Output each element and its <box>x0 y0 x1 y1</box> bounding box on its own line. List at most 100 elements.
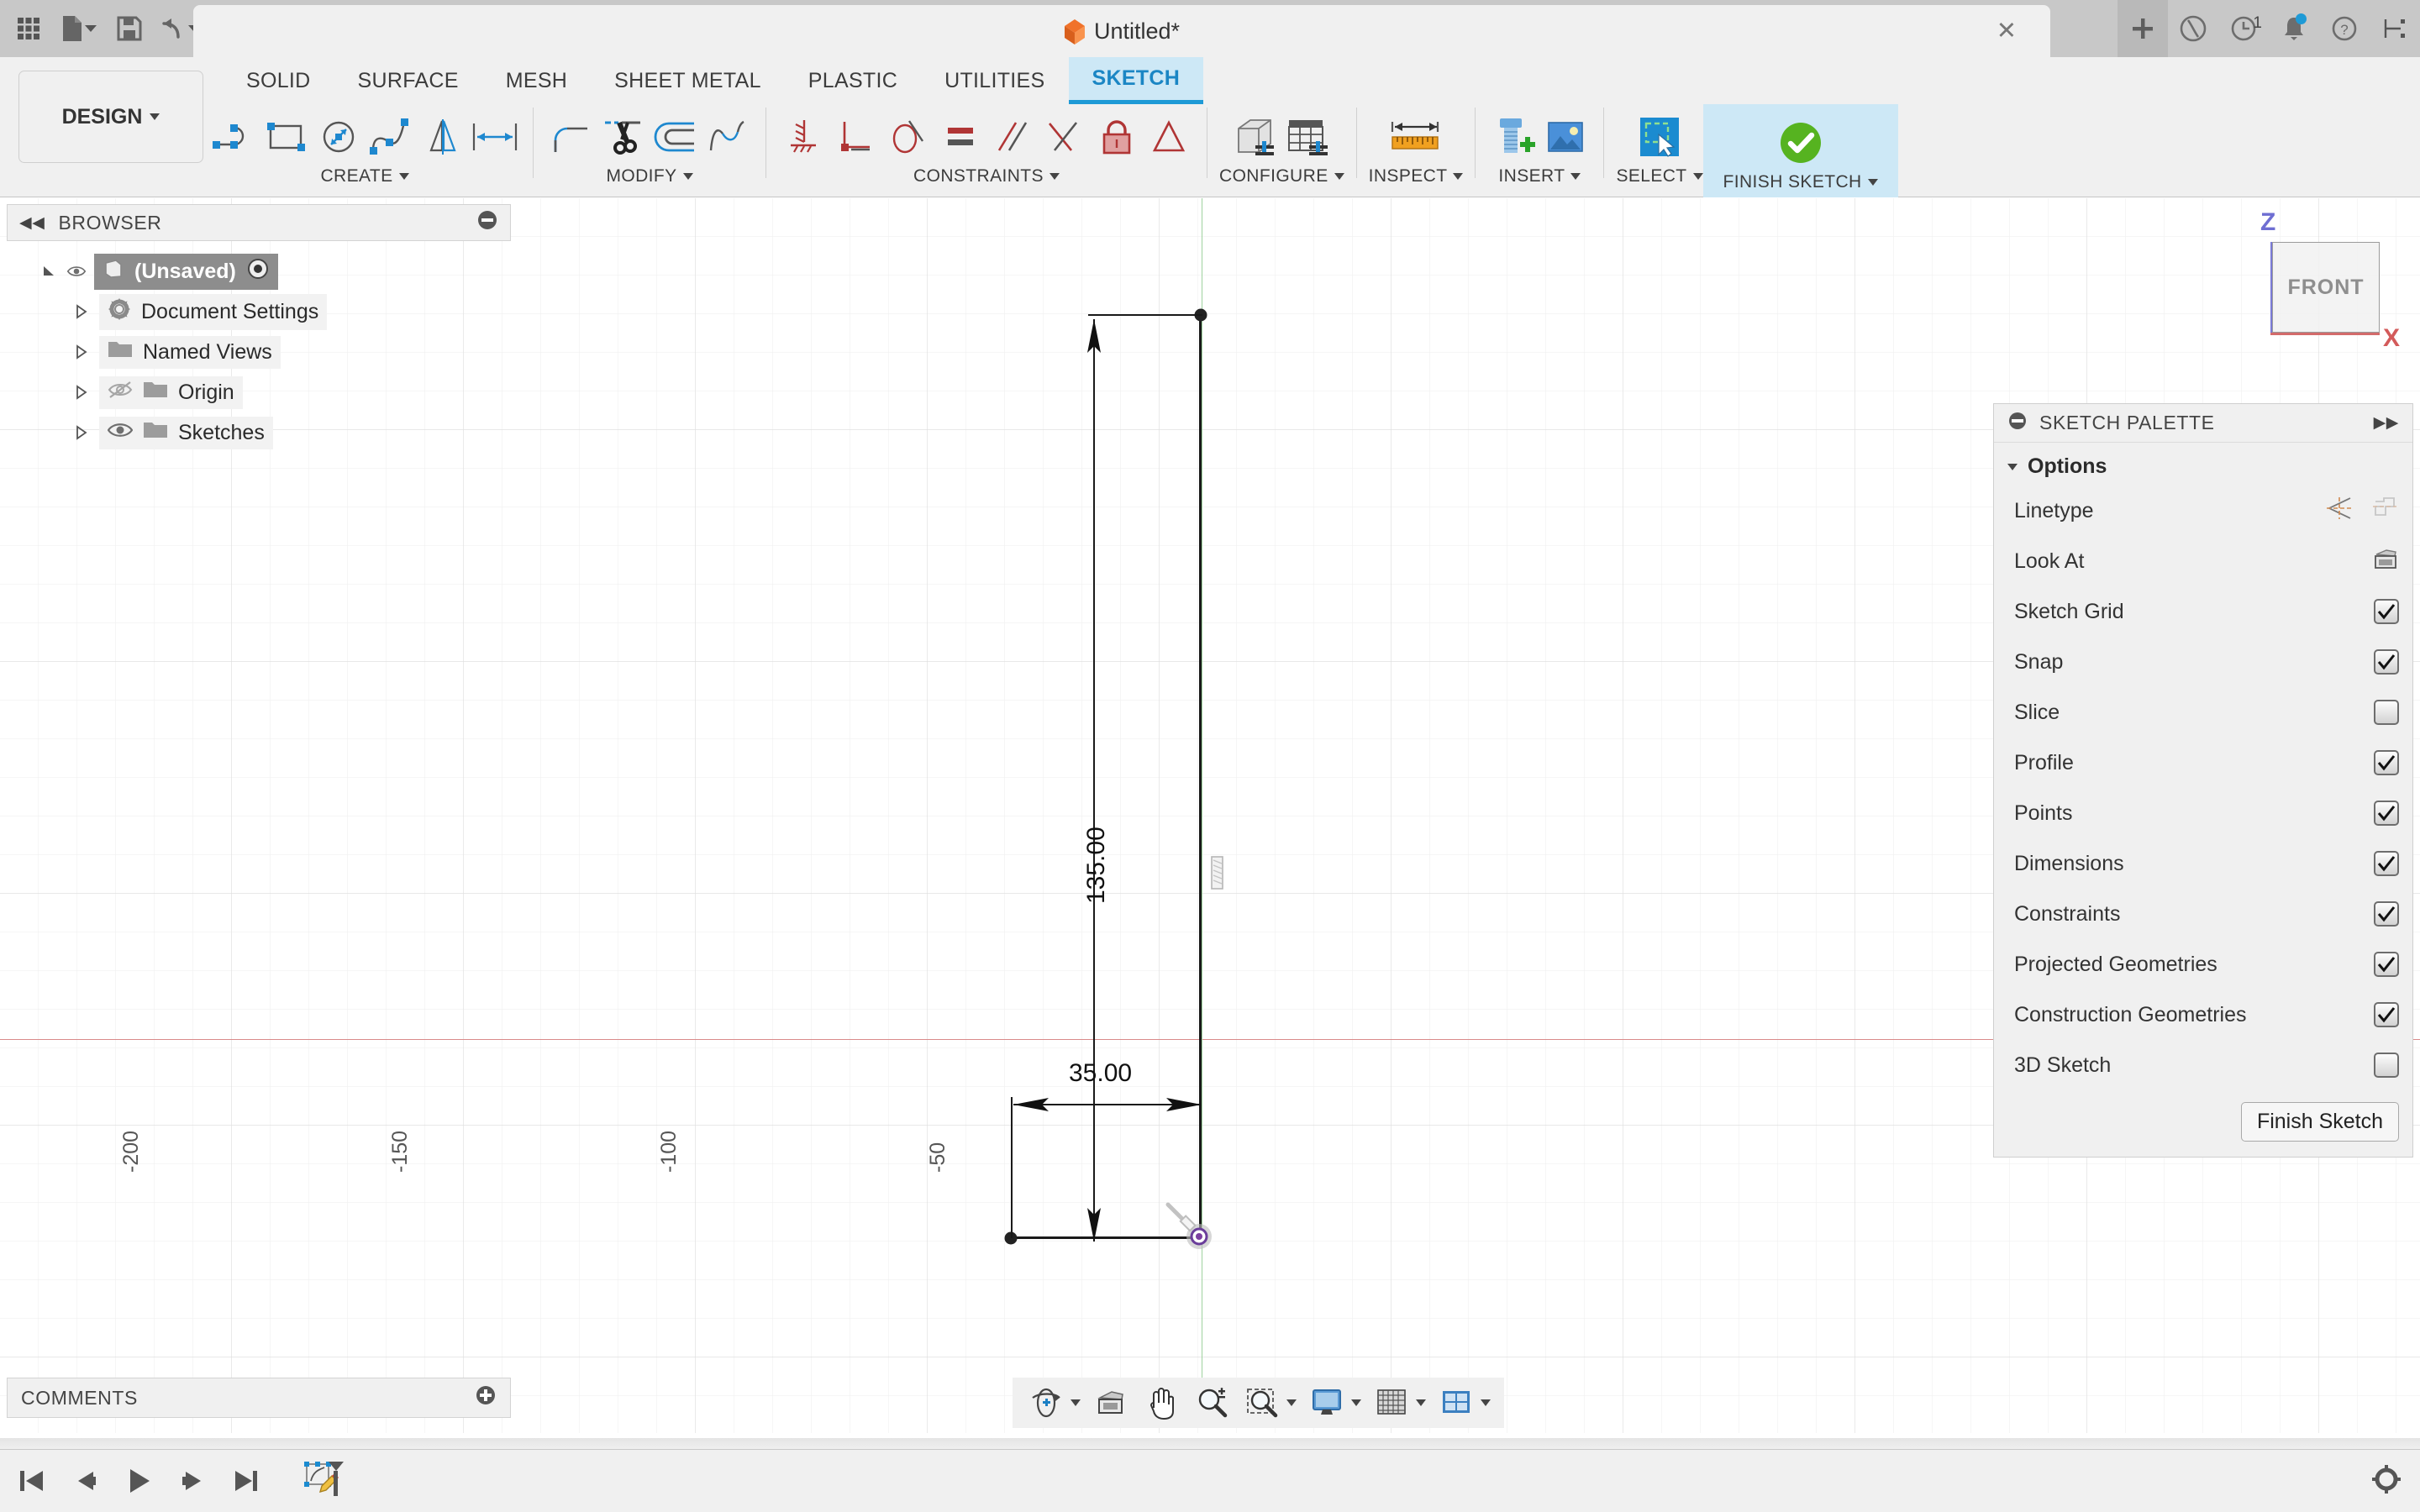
tab-plastic[interactable]: PLASTIC <box>785 57 921 104</box>
dimension-value-horizontal[interactable]: 35.00 <box>1069 1059 1132 1088</box>
configure-cube-icon[interactable] <box>1229 107 1281 167</box>
palette-row-points[interactable]: Points <box>1994 788 2412 838</box>
chevron-down-icon[interactable] <box>1071 1399 1081 1406</box>
palette-row-construction-geometries[interactable]: Construction Geometries <box>1994 990 2412 1040</box>
palette-expand-icon[interactable]: ▶▶ <box>2374 413 2399 433</box>
add-tab-icon[interactable] <box>2118 0 2168 57</box>
group-label-create[interactable]: CREATE <box>320 166 409 186</box>
tab-solid[interactable]: SOLID <box>223 57 334 104</box>
trim-scissors-icon[interactable] <box>597 107 650 167</box>
parallel-icon[interactable] <box>986 107 1039 167</box>
palette-row-3d-sketch[interactable]: 3D Sketch <box>1994 1040 2412 1090</box>
checkbox-slice[interactable] <box>2374 700 2399 725</box>
view-cube[interactable]: Z FRONT X <box>2202 207 2420 375</box>
save-icon[interactable] <box>108 7 151 50</box>
palette-grip-icon[interactable] <box>2007 411 2028 436</box>
checkbox-3d-sketch[interactable] <box>2374 1053 2399 1078</box>
palette-row-profile[interactable]: Profile <box>1994 738 2412 788</box>
tree-item-root-chip[interactable]: (Unsaved) <box>94 253 278 290</box>
activate-radio-icon[interactable] <box>246 257 270 286</box>
equal-icon[interactable] <box>934 107 986 167</box>
close-icon[interactable]: ✕ <box>1996 19 2017 44</box>
palette-section-options[interactable]: Options <box>1994 443 2412 486</box>
group-label-configure[interactable]: CONFIGURE <box>1219 166 1344 186</box>
step-back-icon[interactable] <box>66 1460 104 1502</box>
clock-icon[interactable]: 1 <box>2218 0 2269 57</box>
measure-ruler-icon[interactable] <box>1382 107 1449 167</box>
tree-item-origin[interactable]: Origin <box>7 372 511 412</box>
look-at-icon[interactable] <box>1091 1383 1131 1423</box>
select-window-icon[interactable] <box>1634 107 1686 167</box>
browser-minimize-icon[interactable] <box>476 209 498 236</box>
group-label-modify[interactable]: MODIFY <box>606 166 693 186</box>
group-label-constraints[interactable]: CONSTRAINTS <box>913 166 1060 186</box>
tab-surface[interactable]: SURFACE <box>334 57 482 104</box>
jump-end-icon[interactable] <box>227 1460 266 1502</box>
tree-item-sketches-chip[interactable]: Sketches <box>99 416 273 449</box>
group-label-insert[interactable]: INSERT <box>1498 166 1581 186</box>
zoom-window-icon[interactable] <box>1242 1383 1282 1423</box>
nav-orbit[interactable] <box>1021 1378 1086 1428</box>
nav-viewport-layout[interactable] <box>1431 1378 1496 1428</box>
nav-grid-snaps[interactable] <box>1366 1378 1431 1428</box>
recovery-icon[interactable] <box>2168 0 2218 57</box>
grid-snaps-icon[interactable] <box>1371 1383 1412 1423</box>
app-grid-icon[interactable] <box>7 7 50 50</box>
workspace-switcher[interactable]: DESIGN <box>18 71 203 163</box>
visibility-hidden-eye-icon[interactable] <box>108 380 133 406</box>
offset-icon[interactable] <box>650 107 702 167</box>
timeline-settings-gear-icon[interactable] <box>2371 1464 2402 1499</box>
coincident-icon[interactable] <box>1039 107 1091 167</box>
dimension-value-vertical[interactable]: 135.00 <box>1082 827 1111 904</box>
tangent-icon[interactable] <box>882 107 934 167</box>
centerline-icon[interactable] <box>2370 496 2399 527</box>
panel-toggle-icon[interactable] <box>2370 0 2420 57</box>
expand-triangle-icon[interactable] <box>72 383 91 402</box>
checkbox-profile[interactable] <box>2374 750 2399 775</box>
palette-row-dimensions[interactable]: Dimensions <box>1994 838 2412 889</box>
checkbox-snap[interactable] <box>2374 649 2399 675</box>
expand-triangle-icon[interactable] <box>72 302 91 321</box>
insert-mcmaster-bolt-icon[interactable] <box>1487 107 1539 167</box>
jump-start-icon[interactable] <box>12 1460 50 1502</box>
tab-utilities[interactable]: UTILITIES <box>921 57 1068 104</box>
chevron-down-icon[interactable] <box>1416 1399 1426 1406</box>
look-at-icon[interactable] <box>2372 547 2399 576</box>
zoom-icon[interactable] <box>1192 1383 1232 1423</box>
new-file-icon[interactable] <box>57 7 101 50</box>
tree-item-named-views-chip[interactable]: Named Views <box>99 335 281 369</box>
display-settings-icon[interactable] <box>1307 1383 1347 1423</box>
tree-item-origin-chip[interactable]: Origin <box>99 375 243 409</box>
insert-canvas-image-icon[interactable] <box>1539 107 1591 167</box>
tab-mesh[interactable]: MESH <box>482 57 591 104</box>
palette-row-snap[interactable]: Snap <box>1994 637 2412 687</box>
checkbox-sketch-grid[interactable] <box>2374 599 2399 624</box>
add-comment-icon[interactable] <box>475 1384 497 1411</box>
comments-panel[interactable]: COMMENTS <box>7 1378 511 1418</box>
tab-sketch[interactable]: SKETCH <box>1068 57 1204 104</box>
browser-collapse-icon[interactable]: ◀◀ <box>19 213 45 233</box>
chevron-down-icon[interactable] <box>85 25 97 32</box>
expand-triangle-icon[interactable] <box>72 423 91 442</box>
timeline-feature-sketch[interactable] <box>301 1456 351 1506</box>
palette-row-projected-geometries[interactable]: Projected Geometries <box>1994 939 2412 990</box>
view-cube-front-face[interactable]: FRONT <box>2272 242 2380 333</box>
spline-icon[interactable] <box>365 107 417 167</box>
curvature-icon[interactable] <box>702 107 754 167</box>
group-label-inspect[interactable]: INSPECT <box>1369 166 1464 186</box>
tree-item-sketches[interactable]: Sketches <box>7 412 511 453</box>
orbit-icon[interactable] <box>1026 1383 1066 1423</box>
palette-row-linetype[interactable]: Linetype <box>1994 486 2412 536</box>
finish-sketch-palette-button[interactable]: Finish Sketch <box>2240 1102 2399 1142</box>
nav-pan[interactable] <box>1136 1378 1186 1428</box>
play-icon[interactable] <box>119 1460 158 1502</box>
fix-ground-icon[interactable] <box>778 107 830 167</box>
chevron-down-icon[interactable] <box>1481 1399 1491 1406</box>
visibility-eye-icon[interactable] <box>67 262 86 281</box>
dimension-icon[interactable] <box>469 107 521 167</box>
lock-icon[interactable] <box>1091 107 1143 167</box>
finish-sketch-button[interactable]: FINISH SKETCH <box>1702 104 1898 197</box>
step-forward-icon[interactable] <box>173 1460 212 1502</box>
checkbox-dimensions[interactable] <box>2374 851 2399 876</box>
nav-display-settings[interactable] <box>1302 1378 1366 1428</box>
